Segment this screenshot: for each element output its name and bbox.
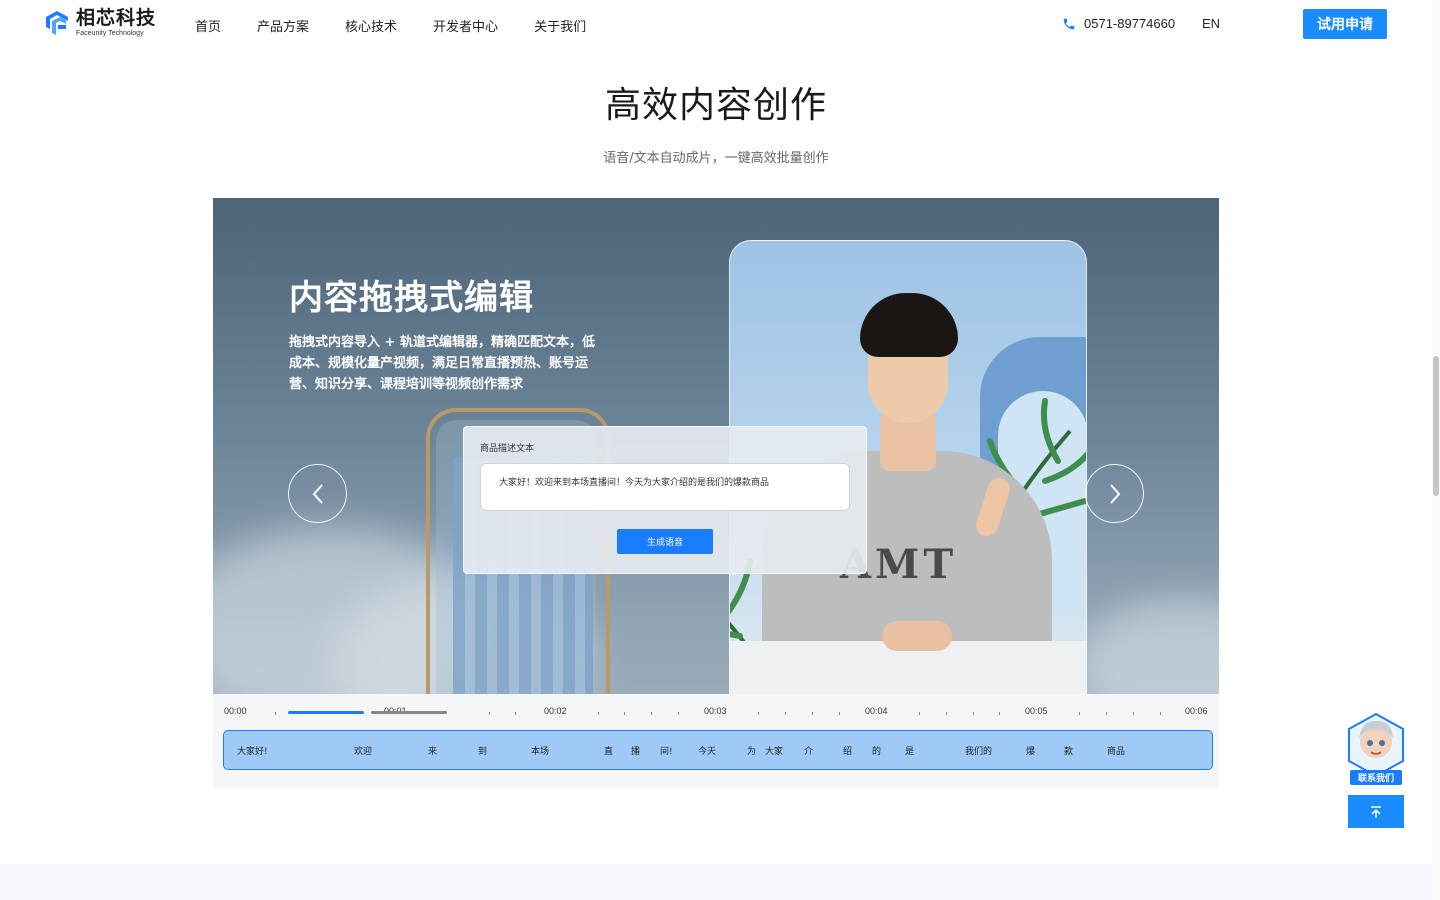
feature-showcase: 内容拖拽式编辑 拖拽式内容导入 + 轨道式编辑器，精确匹配文本，低成本、规模化量… (213, 198, 1219, 788)
nav-item-products[interactable]: 产品方案 (257, 16, 309, 35)
word-segment[interactable]: 我们的 (965, 744, 992, 757)
contact-widget[interactable]: 联系我们 (1344, 712, 1408, 785)
word-segment[interactable]: 大家 (765, 744, 783, 757)
word-segment[interactable]: 今天 (698, 744, 716, 757)
arrow-up-icon (1371, 805, 1381, 818)
prev-slide-button[interactable] (288, 464, 347, 523)
time-label: 00:00 (224, 706, 247, 716)
showcase-description: 拖拽式内容导入 + 轨道式编辑器，精确匹配文本，低成本、规模化量产视频，满足日常… (289, 335, 595, 392)
word-segment[interactable]: 的 (872, 744, 881, 757)
word-segment[interactable]: 绍 (843, 744, 852, 757)
logo-subname: Faceunity Technology (76, 30, 144, 37)
section-subtitle: 语音/文本自动成片，一键高效批量创作 (603, 151, 829, 166)
word-segment[interactable]: 播 (631, 744, 640, 757)
nav-item-developer[interactable]: 开发者中心 (433, 16, 498, 35)
phone-icon (1063, 18, 1075, 29)
word-segment[interactable]: 爆 (1026, 744, 1035, 757)
logo-icon (44, 9, 70, 37)
next-section-background (0, 864, 1432, 900)
word-segment[interactable]: 直 (604, 744, 613, 757)
word-track[interactable]: 大家好! 欢迎 来 到 本场 直 播 间! 今天 为 大家 介 绍 的 是 我们… (223, 730, 1213, 770)
time-label: 00:06 (1185, 706, 1208, 716)
avatar-icon (1348, 712, 1404, 778)
word-segment[interactable]: 到 (478, 744, 487, 757)
trial-apply-button[interactable]: 试用申请 (1303, 9, 1387, 39)
buffer-progress (371, 711, 447, 714)
panel-label: 商品描述文本 (480, 444, 535, 454)
language-switch[interactable]: EN (1202, 16, 1220, 31)
playback-progress[interactable] (288, 711, 364, 714)
back-to-top-button[interactable] (1348, 795, 1404, 828)
generate-voice-button[interactable]: 生成语音 (617, 529, 713, 554)
time-label: 00:05 (1025, 706, 1048, 716)
top-navbar: 相芯科技 Faceunity Technology 首页 产品方案 核心技术 开… (0, 0, 1440, 48)
phone-number: 0571-89774660 (1084, 16, 1176, 31)
scrollbar-thumb[interactable] (1433, 356, 1439, 496)
time-label: 00:03 (704, 706, 727, 716)
time-label: 00:02 (544, 706, 567, 716)
brand-logo[interactable]: 相芯科技 Faceunity Technology (44, 9, 156, 37)
presenter-hair (860, 293, 958, 357)
word-segment[interactable]: 来 (428, 744, 437, 757)
logo-name: 相芯科技 (76, 7, 157, 29)
product-text-panel: 商品描述文本 大家好！欢迎来到本场直播间！今天为大家介绍的是我们的爆款商品 生成… (463, 426, 867, 574)
word-segment[interactable]: 本场 (531, 744, 549, 757)
phone-contact[interactable]: 0571-89774660 (1062, 16, 1175, 31)
word-segment[interactable]: 介 (804, 744, 813, 757)
showcase-title: 内容拖拽式编辑 (289, 278, 534, 318)
nav-item-home[interactable]: 首页 (195, 16, 221, 35)
main-nav: 首页 产品方案 核心技术 开发者中心 关于我们 (195, 16, 586, 35)
word-segment[interactable]: 是 (905, 744, 914, 757)
word-segment[interactable]: 大家好! (237, 744, 268, 757)
timeline-editor: 00:00 00:01 00:02 00:03 00:04 00:05 00:0… (213, 694, 1219, 788)
section-title: 高效内容创作 (604, 85, 827, 126)
next-slide-button[interactable] (1085, 464, 1144, 523)
product-text-input[interactable]: 大家好！欢迎来到本场直播间！今天为大家介绍的是我们的爆款商品 (480, 463, 850, 511)
word-segment[interactable]: 商品 (1107, 744, 1125, 757)
time-label: 00:04 (865, 706, 888, 716)
contact-label: 联系我们 (1350, 770, 1402, 785)
chevron-right-icon (1109, 483, 1120, 504)
nav-item-about[interactable]: 关于我们 (534, 16, 586, 35)
word-segment[interactable]: 间! (660, 744, 673, 757)
word-segment[interactable]: 为 (747, 744, 756, 757)
chevron-left-icon (312, 483, 323, 504)
nav-item-technology[interactable]: 核心技术 (345, 16, 397, 35)
word-segment[interactable]: 款 (1064, 744, 1073, 757)
word-segment[interactable]: 欢迎 (354, 744, 372, 757)
input-value: 大家好！欢迎来到本场直播间！今天为大家介绍的是我们的爆款商品 (499, 478, 770, 488)
